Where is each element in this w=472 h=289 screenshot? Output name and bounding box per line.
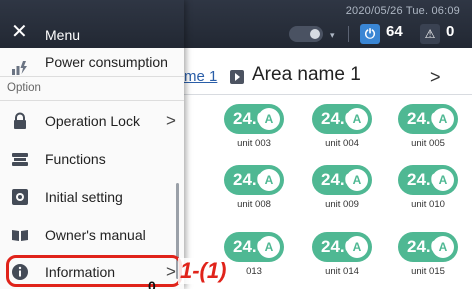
auto-mode-icon: A [346,108,368,130]
section-label-option: Option [7,82,41,94]
power-consumption-icon [12,61,27,75]
area-divider [184,94,472,95]
app-screen: 2020/05/26 Tue. 06:09 ▾ ⏻ 64 ⚠ 0 me 1 Ar… [0,0,472,289]
unit-name: unit 008 [237,199,271,210]
chevron-right-icon: > [166,111,176,130]
unit-pill: 24.0 A [312,104,372,134]
cursor-marker: 0 [148,278,156,289]
book-icon [12,230,28,241]
auto-mode-icon: A [432,108,454,130]
unit-name: unit 014 [325,266,359,277]
auto-mode-icon: A [346,236,368,258]
unit-pill: 24.0 A [224,165,284,195]
menu-item-label: Functions [45,151,106,167]
auto-mode-icon: A [258,236,280,258]
unit-card[interactable]: 24.0 A 013 [224,232,284,280]
menu-item-functions[interactable]: Functions [0,140,184,178]
unit-card[interactable]: 24.0 A unit 015 [398,232,458,280]
unit-pill: 24.0 A [312,165,372,195]
divider [348,26,349,42]
unit-name: unit 004 [325,138,359,149]
unit-pill: 24.0 A [224,232,284,262]
auto-mode-icon: A [258,169,280,191]
area-prev-link[interactable]: me 1 [184,68,217,85]
menu-item-label: Owner's manual [45,227,146,243]
unit-name: unit 009 [325,199,359,210]
dropdown-arrow-icon[interactable]: ▾ [330,30,335,41]
unit-card[interactable]: 24.0 A unit 010 [398,165,458,213]
auto-mode-icon: A [432,169,454,191]
auto-mode-icon: A [258,108,280,130]
power-icon[interactable]: ⏻ [360,24,380,44]
section-divider [0,76,184,77]
menu-item-owners-manual[interactable]: Owner's manual [0,216,184,254]
menu-title: Menu [45,27,81,43]
unit-name: unit 010 [411,199,445,210]
menu-header: ✕ Menu [0,0,184,48]
auto-mode-icon: A [432,236,454,258]
datetime: 2020/05/26 Tue. 06:09 [345,5,460,17]
menu-item-operation-lock[interactable]: Operation Lock > [0,102,184,140]
unit-card[interactable]: 24.0 A unit 009 [312,165,372,213]
area-title: Area name 1 [252,64,361,85]
unit-card[interactable]: 24.0 A unit 003 [224,104,284,152]
menu-item-label: Initial setting [45,189,123,205]
menu-item-label: Operation Lock [45,113,140,129]
unit-card[interactable]: 24.0 A unit 004 [312,104,372,152]
unit-pill: 24.0 A [398,165,458,195]
mode-toggle[interactable] [289,26,323,42]
auto-mode-icon: A [346,169,368,191]
unit-pill: 24.0 A [312,232,372,262]
alert-icon[interactable]: ⚠ [420,24,440,44]
unit-name: unit 015 [411,266,445,277]
close-icon[interactable]: ✕ [11,22,28,42]
unit-card[interactable]: 24.0 A unit 008 [224,165,284,213]
lock-icon [14,112,26,129]
section-divider [0,100,184,101]
unit-pill: 24.0 A [398,104,458,134]
alert-count: 0 [446,23,455,40]
unit-card[interactable]: 24.0 A unit 014 [312,232,372,280]
menu-item-power-consumption[interactable]: Power consumption [0,48,184,86]
unit-pill: 24.0 A [398,232,458,262]
unit-name: unit 003 [237,138,271,149]
settings-icon [12,189,28,205]
power-count: 64 [386,23,403,40]
area-play-icon [230,70,244,84]
menu-item-label: Power consumption [45,54,168,70]
unit-name: unit 005 [411,138,445,149]
area-next-button[interactable]: > [430,67,441,88]
side-menu: ✕ Menu Power consumption Option Operatio… [0,0,184,289]
unit-card[interactable]: 24.0 A unit 005 [398,104,458,152]
toggle-knob [310,29,320,39]
callout-label: 1-(1) [178,258,230,284]
unit-name: 013 [246,266,262,277]
unit-pill: 24.0 A [224,104,284,134]
functions-icon [12,153,28,166]
menu-item-initial-setting[interactable]: Initial setting [0,178,184,216]
